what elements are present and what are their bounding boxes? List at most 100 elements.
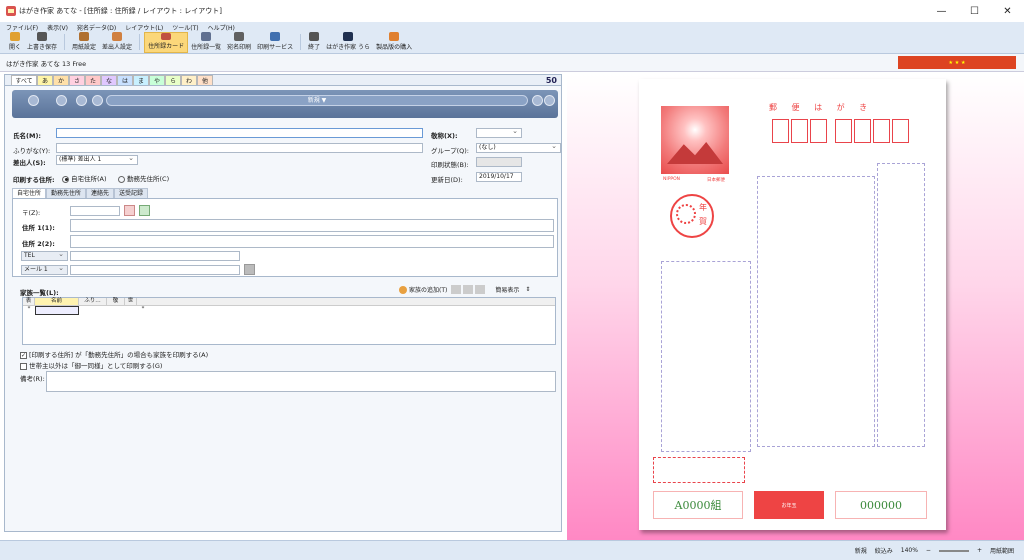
zoom-in-button[interactable]: + bbox=[977, 547, 982, 554]
zip-input[interactable] bbox=[70, 206, 120, 216]
col-furigana[interactable]: ふり… bbox=[79, 298, 107, 305]
work-address-radio[interactable]: 勤務先住所(C) bbox=[118, 173, 169, 183]
tel-type-select[interactable]: TEL bbox=[21, 250, 68, 261]
lottery-number: 000000 bbox=[835, 491, 927, 519]
record-count: 50 bbox=[545, 76, 557, 85]
kana-tab-8[interactable]: や bbox=[149, 75, 165, 85]
ad-banner[interactable]: ★ ★ ★ bbox=[898, 56, 1016, 69]
card-button[interactable]: 住所録カード bbox=[144, 32, 189, 53]
title-honorific-label: 敬称(X): bbox=[431, 132, 458, 140]
menu-tools[interactable]: ツール(T) bbox=[172, 23, 198, 32]
zip-box bbox=[810, 119, 827, 143]
head-cell[interactable]: * bbox=[137, 306, 149, 315]
memo-textarea[interactable] bbox=[46, 371, 556, 392]
save-button[interactable]: 上書き保存 bbox=[24, 32, 60, 53]
record-slider[interactable]: 新規 ▼ bbox=[106, 95, 528, 106]
table-row[interactable]: * * bbox=[23, 306, 555, 315]
kana-tab-0[interactable]: すべて bbox=[11, 75, 37, 85]
add-family-button[interactable]: 家族の追加(T) bbox=[409, 285, 447, 294]
kana-index-tabs: すべてあかさたなはまやらわ他 bbox=[5, 75, 561, 86]
mail-type-select[interactable]: メール 1 bbox=[21, 264, 68, 275]
kana-tab-11[interactable]: 他 bbox=[197, 75, 213, 85]
col-name[interactable]: 名前 bbox=[35, 298, 79, 305]
name-cell[interactable] bbox=[35, 306, 79, 315]
address1-input[interactable] bbox=[70, 219, 554, 232]
kana-tab-5[interactable]: な bbox=[101, 75, 117, 85]
family-print-option[interactable]: ✓ [印刷する住所] が「勤務先住所」の場合も家族を印刷する(A) bbox=[20, 349, 208, 359]
kana-tab-2[interactable]: か bbox=[53, 75, 69, 85]
kana-tab-4[interactable]: た bbox=[85, 75, 101, 85]
menu-help[interactable]: ヘルプ(H) bbox=[208, 23, 235, 32]
mail-input[interactable] bbox=[70, 265, 240, 275]
recipient-address-area[interactable] bbox=[877, 163, 925, 447]
cart-icon bbox=[389, 32, 400, 41]
zoom-level: 140% bbox=[900, 547, 918, 554]
tab-home-address[interactable]: 自宅住所 bbox=[12, 188, 47, 198]
status-bar: 新規 絞込み 140% − + 用紙範囲 bbox=[0, 540, 1024, 560]
zoom-out-button[interactable]: − bbox=[926, 547, 931, 554]
maximize-button[interactable]: ☐ bbox=[958, 0, 991, 22]
sender-select[interactable]: (標準) 差出人 1 bbox=[56, 154, 138, 165]
col-honorific[interactable]: 敬 bbox=[107, 298, 125, 305]
prev-record-icon[interactable] bbox=[92, 95, 103, 106]
folder-button[interactable]: 開く bbox=[6, 32, 24, 53]
first-record-icon[interactable] bbox=[76, 95, 87, 106]
mail-send-icon[interactable] bbox=[244, 264, 255, 275]
service-button[interactable]: 印刷サービス bbox=[254, 32, 296, 53]
view-spinner-icon[interactable]: ⇕ bbox=[525, 286, 530, 293]
zoom-slider[interactable] bbox=[938, 549, 969, 552]
menu-view[interactable]: 表示(V) bbox=[47, 23, 68, 32]
print-button[interactable]: 宛名印刷 bbox=[224, 32, 254, 53]
furigana-input[interactable] bbox=[56, 143, 423, 153]
kana-tab-1[interactable]: あ bbox=[37, 75, 53, 85]
paper-button[interactable]: 用紙設定 bbox=[69, 32, 99, 53]
recipient-name-area[interactable] bbox=[757, 176, 875, 447]
last-record-icon[interactable] bbox=[544, 95, 555, 106]
tab-work-address[interactable]: 勤務先住所 bbox=[46, 188, 87, 198]
family-plural-option[interactable]: 世帯主以外は「御一同様」として印刷する(G) bbox=[20, 360, 162, 370]
col-head[interactable]: 世 bbox=[125, 298, 137, 305]
address2-label: 住所 2(2): bbox=[22, 240, 55, 248]
fit-paper-button[interactable]: 用紙範囲 bbox=[990, 546, 1014, 555]
new-record-dropdown[interactable]: 新規 ▼ bbox=[308, 97, 327, 104]
move-up-icon[interactable] bbox=[463, 285, 474, 294]
simple-view-button[interactable]: 簡易表示 bbox=[495, 285, 519, 294]
update-date-field[interactable]: 2019/10/17 bbox=[476, 172, 522, 182]
close-button[interactable]: ✕ bbox=[991, 0, 1024, 22]
kana-tab-7[interactable]: ま bbox=[133, 75, 149, 85]
record-prev-icon[interactable] bbox=[28, 95, 39, 106]
tel-input[interactable] bbox=[70, 251, 240, 261]
monitor-icon bbox=[343, 32, 354, 41]
list-button[interactable]: 住所録一覧 bbox=[188, 32, 224, 53]
address-card-panel: すべてあかさたなはまやらわ他 50 新規 ▼ 氏名(M): ふりがな(Y): 差… bbox=[4, 74, 562, 532]
move-down-icon[interactable] bbox=[475, 285, 486, 294]
honorific-select[interactable] bbox=[476, 127, 522, 138]
minimize-button[interactable]: — bbox=[925, 0, 958, 22]
name-input[interactable] bbox=[56, 128, 423, 138]
kana-tab-3[interactable]: さ bbox=[69, 75, 85, 85]
record-next-icon[interactable] bbox=[56, 95, 67, 106]
exit-button[interactable]: 終了 bbox=[305, 32, 323, 53]
zip-search-icon[interactable] bbox=[124, 205, 135, 216]
record-navigator: 新規 ▼ bbox=[12, 90, 558, 118]
zip-box bbox=[835, 119, 852, 143]
menu-layout[interactable]: レイアウト(L) bbox=[125, 23, 163, 32]
menu-file[interactable]: ファイル(F) bbox=[6, 23, 38, 32]
monitor-button[interactable]: はがき作家 うら bbox=[323, 32, 373, 53]
kana-tab-9[interactable]: ら bbox=[165, 75, 181, 85]
group-select[interactable]: (なし) bbox=[476, 142, 561, 153]
next-record-icon[interactable] bbox=[532, 95, 543, 106]
home-address-radio[interactable]: 自宅住所(A) bbox=[62, 173, 107, 183]
delete-family-icon[interactable] bbox=[451, 285, 462, 294]
tab-contact[interactable]: 連絡先 bbox=[86, 188, 115, 198]
cart-button[interactable]: 製品版の購入 bbox=[373, 32, 415, 53]
menu-address-data[interactable]: 宛名データ(D) bbox=[77, 23, 116, 32]
kana-tab-6[interactable]: は bbox=[117, 75, 133, 85]
zip-convert-icon[interactable] bbox=[139, 205, 150, 216]
kana-tab-10[interactable]: わ bbox=[181, 75, 197, 85]
sender-button[interactable]: 差出人設定 bbox=[99, 32, 135, 53]
tab-send-receive[interactable]: 送受記録 bbox=[114, 188, 149, 198]
sender-area[interactable] bbox=[661, 261, 751, 452]
address2-input[interactable] bbox=[70, 235, 554, 248]
col-print[interactable]: 表 bbox=[23, 298, 35, 305]
